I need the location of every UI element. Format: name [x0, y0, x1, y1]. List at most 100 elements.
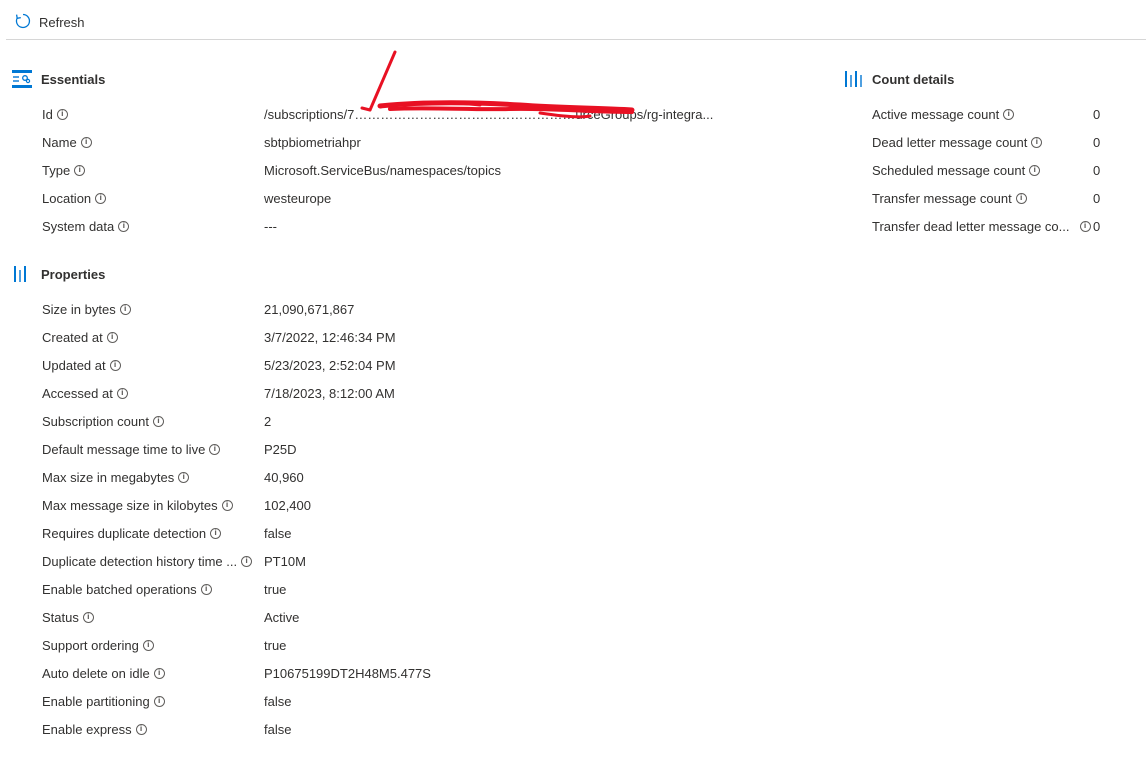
- properties-row-value: 2: [264, 414, 272, 429]
- properties-row-value: PT10M: [264, 554, 306, 569]
- field-label: Active message count: [872, 107, 1000, 122]
- info-icon[interactable]: i: [135, 724, 147, 735]
- essentials-row-label: System data i: [42, 219, 130, 234]
- info-icon[interactable]: i: [200, 584, 212, 595]
- field-label: Status: [42, 610, 79, 625]
- properties-row-value: true: [264, 638, 287, 653]
- count-row-value: 0: [1093, 163, 1101, 178]
- info-icon[interactable]: i: [95, 193, 107, 204]
- info-icon[interactable]: i: [82, 612, 94, 623]
- info-icon[interactable]: i: [1079, 221, 1091, 232]
- count-details-icon: [842, 68, 864, 90]
- info-icon[interactable]: i: [118, 221, 130, 232]
- properties-row-value: 5/23/2023, 2:52:04 PM: [264, 358, 396, 373]
- info-icon[interactable]: i: [1015, 193, 1027, 204]
- essentials-title: Essentials: [41, 71, 106, 87]
- properties-row-label: Max size in megabytes i: [42, 470, 190, 485]
- info-icon[interactable]: i: [106, 332, 118, 343]
- properties-row-label: Enable express i: [42, 722, 147, 737]
- field-label: Size in bytes: [42, 302, 116, 317]
- field-label: Enable batched operations: [42, 582, 197, 597]
- info-icon[interactable]: i: [153, 696, 165, 707]
- info-icon[interactable]: i: [1031, 137, 1043, 148]
- field-label: Requires duplicate detection: [42, 526, 207, 541]
- count-row-label: Active message count i: [872, 107, 1015, 122]
- properties-row-value: 3/7/2022, 12:46:34 PM: [264, 330, 396, 345]
- info-icon[interactable]: i: [241, 556, 253, 567]
- info-icon[interactable]: i: [109, 360, 121, 371]
- info-icon[interactable]: i: [80, 137, 92, 148]
- field-label: Subscription count: [42, 414, 149, 429]
- properties-row-label: Requires duplicate detection i: [42, 526, 222, 541]
- info-icon[interactable]: i: [210, 528, 222, 539]
- field-label: System data: [42, 219, 115, 234]
- info-icon[interactable]: i: [152, 416, 164, 427]
- field-label: Dead letter message count: [872, 135, 1028, 150]
- properties-row-label: Enable partitioning i: [42, 694, 165, 709]
- properties-row-label: Status i: [42, 610, 94, 625]
- refresh-button[interactable]: Refresh: [14, 11, 85, 33]
- info-icon[interactable]: i: [1029, 165, 1041, 176]
- info-icon[interactable]: i: [221, 500, 233, 511]
- essentials-row-value: ---: [264, 219, 277, 234]
- count-row-value: 0: [1093, 219, 1101, 234]
- properties-row-value: 102,400: [264, 498, 311, 513]
- properties-row-label: Created at i: [42, 330, 118, 345]
- info-icon[interactable]: i: [74, 165, 86, 176]
- field-label: Enable partitioning: [42, 694, 150, 709]
- properties-row-label: Updated at i: [42, 358, 121, 373]
- properties-row-label: Accessed at i: [42, 386, 128, 401]
- properties-row-label: Support ordering i: [42, 638, 154, 653]
- properties-row-value: true: [264, 582, 287, 597]
- essentials-row-label: Type i: [42, 163, 86, 178]
- count-row-label: Transfer dead letter message co... i: [872, 219, 1091, 234]
- info-icon[interactable]: i: [116, 388, 128, 399]
- properties-title: Properties: [41, 266, 106, 282]
- field-label: Updated at: [42, 358, 106, 373]
- field-label: Type: [42, 163, 71, 178]
- info-icon[interactable]: i: [119, 304, 131, 315]
- count-row-value: 0: [1093, 191, 1101, 206]
- properties-row-value: 21,090,671,867: [264, 302, 355, 317]
- field-label: Support ordering: [42, 638, 139, 653]
- properties-row-label: Enable batched operations i: [42, 582, 212, 597]
- count-row-value: 0: [1093, 135, 1101, 150]
- properties-row-value: false: [264, 694, 292, 709]
- essentials-row-value: Microsoft.ServiceBus/namespaces/topics: [264, 163, 501, 178]
- properties-row-label: Max message size in kilobytes i: [42, 498, 233, 513]
- field-label: Auto delete on idle: [42, 666, 150, 681]
- count-row-value: 0: [1093, 107, 1101, 122]
- field-label: Id: [42, 107, 53, 122]
- refresh-icon: [14, 12, 32, 33]
- properties-row-value: 40,960: [264, 470, 304, 485]
- redaction-scribble: [360, 50, 635, 119]
- properties-row-label: Auto delete on idle i: [42, 666, 165, 681]
- field-label: Location: [42, 191, 92, 206]
- info-icon[interactable]: i: [153, 668, 165, 679]
- info-icon[interactable]: i: [142, 640, 154, 651]
- properties-header: Properties: [11, 263, 105, 285]
- field-label: Name: [42, 135, 77, 150]
- info-icon[interactable]: i: [1003, 109, 1015, 120]
- field-label: Max message size in kilobytes: [42, 498, 218, 513]
- refresh-label: Refresh: [39, 14, 85, 30]
- properties-row-value: false: [264, 526, 292, 541]
- essentials-row-label: Location i: [42, 191, 107, 206]
- properties-row-value: P25D: [264, 442, 297, 457]
- count-row-label: Transfer message count i: [872, 191, 1027, 206]
- info-icon[interactable]: i: [209, 444, 221, 455]
- field-label: Default message time to live: [42, 442, 206, 457]
- properties-icon: [11, 263, 33, 285]
- field-label: Transfer dead letter message co...: [872, 219, 1070, 234]
- count-details-title: Count details: [872, 71, 955, 87]
- properties-row-label: Subscription count i: [42, 414, 164, 429]
- field-label: Accessed at: [42, 386, 113, 401]
- essentials-icon: [11, 68, 33, 90]
- essentials-row-value: westeurope: [264, 191, 332, 206]
- field-label: Max size in megabytes: [42, 470, 175, 485]
- count-details-header: Count details: [842, 68, 954, 90]
- count-row-label: Dead letter message count i: [872, 135, 1043, 150]
- info-icon[interactable]: i: [178, 472, 190, 483]
- info-icon[interactable]: i: [56, 109, 68, 120]
- field-label: Enable express: [42, 722, 132, 737]
